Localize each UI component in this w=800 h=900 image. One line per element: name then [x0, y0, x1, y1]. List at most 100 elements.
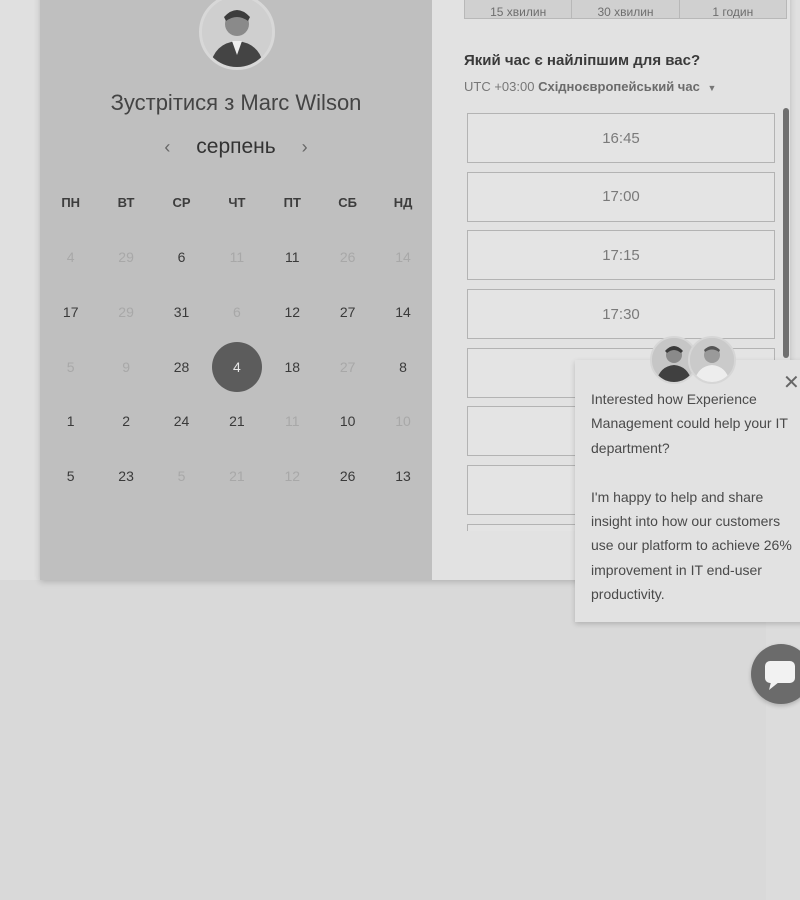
calendar-day[interactable]: 24	[154, 397, 209, 445]
calendar-day[interactable]: 10	[320, 397, 375, 445]
calendar-day[interactable]: 17	[43, 288, 98, 336]
calendar-day-number: 27	[339, 358, 356, 375]
calendar-day-number: 23	[118, 468, 134, 485]
calendar-day[interactable]: 23	[98, 452, 153, 500]
calendar-week-row: 4 29 6 11 11 26 14	[43, 230, 431, 285]
calendar-day-number: 1	[66, 413, 75, 430]
chat-bubble-icon	[765, 661, 795, 690]
calendar-day: 9	[98, 343, 153, 391]
calendar-day-number: 2	[122, 413, 130, 430]
meeting-title: Зустрітися з Marc Wilson	[110, 90, 362, 115]
calendar-day-number: 6	[177, 249, 186, 266]
calendar-day-number: 12	[284, 468, 301, 485]
calendar-week-row: 17 29 31 6 12 27 14	[43, 285, 431, 340]
weekday-header: ПН ВТ СР ЧТ ПТ СБ НД	[43, 195, 431, 210]
weekday-label: ПТ	[283, 195, 301, 210]
time-slot-button[interactable]: 17:00	[467, 171, 775, 222]
calendar-day-selected[interactable]: 4	[209, 341, 264, 392]
calendar-day-number: 29	[118, 304, 134, 321]
calendar-day: 21	[209, 452, 264, 500]
calendar-week-row: 5 9 28 4 18 27 8	[43, 339, 431, 394]
calendar-day-number: 14	[395, 249, 411, 266]
calendar-day: 6	[209, 288, 264, 336]
calendar-day[interactable]: 1	[43, 397, 98, 445]
calendar-day[interactable]: 21	[209, 397, 264, 445]
calendar-day[interactable]: 26	[320, 452, 375, 500]
calendar-day-number: 21	[229, 413, 245, 430]
calendar-day-number: 18	[284, 358, 301, 375]
calendar-day-number: 9	[122, 358, 130, 375]
chat-popup: ✕ Interested how Experience Management c…	[575, 360, 800, 622]
calendar-day-number: 17	[62, 304, 79, 321]
calendar-day[interactable]: 18	[265, 343, 320, 391]
calendar-day-number: 4	[66, 249, 75, 266]
calendar-day: 29	[98, 233, 153, 281]
calendar-day-number: 5	[177, 468, 186, 485]
calendar-week-row: 1 2 24 21 11 10 10	[43, 394, 431, 449]
chevron-left-icon[interactable]: ‹	[156, 137, 178, 158]
calendar-day[interactable]: 13	[375, 452, 430, 500]
chat-launcher-button[interactable]	[751, 644, 800, 704]
calendar-day: 11	[265, 397, 320, 445]
calendar-day: 5	[154, 452, 209, 500]
calendar-day[interactable]: 14	[375, 288, 430, 336]
calendar-day-number: 13	[395, 468, 411, 485]
calendar-day-number: 27	[339, 304, 356, 321]
calendar-panel: Зустрітися з Marc Wilson ‹ серпень › ПН В…	[40, 0, 432, 580]
calendar-day-number: 11	[229, 249, 245, 266]
calendar-day[interactable]: 12	[265, 288, 320, 336]
person-icon	[202, 0, 272, 67]
calendar-day[interactable]: 6	[154, 233, 209, 281]
host-avatar	[199, 0, 275, 70]
chat-message: Interested how Experience Management cou…	[591, 387, 796, 631]
calendar-day[interactable]: 5	[43, 452, 98, 500]
calendar-day-number: 5	[66, 468, 75, 485]
calendar-day-number: 11	[284, 413, 300, 430]
calendar-week-row: 5 23 5 21 12 26 13	[43, 449, 431, 504]
chat-message-intro: Interested how Experience Management cou…	[591, 391, 788, 456]
calendar-day: 5	[43, 343, 98, 391]
calendar-day: 4	[43, 233, 98, 281]
calendar-day: 11	[209, 233, 264, 281]
calendar-day: 10	[375, 397, 430, 445]
calendar-day[interactable]: 28	[154, 343, 209, 391]
calendar-day[interactable]: 11	[265, 233, 320, 281]
month-label: серпень	[196, 135, 276, 158]
calendar-day[interactable]: 8	[375, 343, 430, 391]
calendar-day-number: 31	[173, 304, 190, 321]
calendar-day-number: 26	[339, 468, 356, 485]
calendar-day-number: 4	[232, 358, 241, 375]
weekday-label: ВТ	[117, 195, 135, 210]
weekday-label: ЧТ	[228, 195, 246, 210]
calendar-day-number: 11	[284, 249, 300, 266]
calendar-day-number: 8	[399, 358, 407, 375]
calendar-day-number: 28	[173, 358, 190, 375]
calendar-day: 12	[265, 452, 320, 500]
time-slot-button[interactable]: 16:45	[467, 113, 775, 163]
calendar-day-number: 24	[173, 413, 190, 430]
calendar-day: 29	[98, 288, 153, 336]
weekday-label: НД	[393, 195, 413, 210]
person-icon	[690, 338, 734, 382]
calendar-day[interactable]: 27	[320, 288, 375, 336]
calendar-day-number: 12	[284, 304, 301, 321]
weekday-label: СР	[172, 195, 191, 210]
time-slot-button[interactable]: 17:15	[467, 230, 775, 281]
calendar-day[interactable]: 31	[154, 288, 209, 336]
calendar-day[interactable]: 2	[98, 397, 153, 445]
weekday-label: СБ	[338, 195, 358, 210]
month-navigation: ‹ серпень ›	[40, 135, 432, 159]
scrollbar[interactable]	[783, 108, 789, 358]
calendar-day-number: 6	[232, 304, 241, 321]
calendar-day: 14	[375, 233, 430, 281]
chevron-right-icon[interactable]: ›	[294, 137, 316, 158]
calendar-day: 27	[320, 343, 375, 391]
weekday-label: ПН	[61, 195, 81, 210]
agent-avatar	[688, 336, 736, 384]
calendar-day-number: 29	[118, 249, 134, 266]
chat-message-body: I'm happy to help and share insight into…	[591, 488, 792, 603]
calendar-day-number: 5	[66, 358, 75, 375]
calendar-grid: 4 29 6 11 11 26 14 17 29 31 6 12 27 14 5 9 28 4 18 27 8 1 2 24 2…	[43, 230, 431, 503]
time-slot-button[interactable]: 17:30	[467, 289, 775, 340]
calendar-day-number: 10	[395, 413, 411, 430]
